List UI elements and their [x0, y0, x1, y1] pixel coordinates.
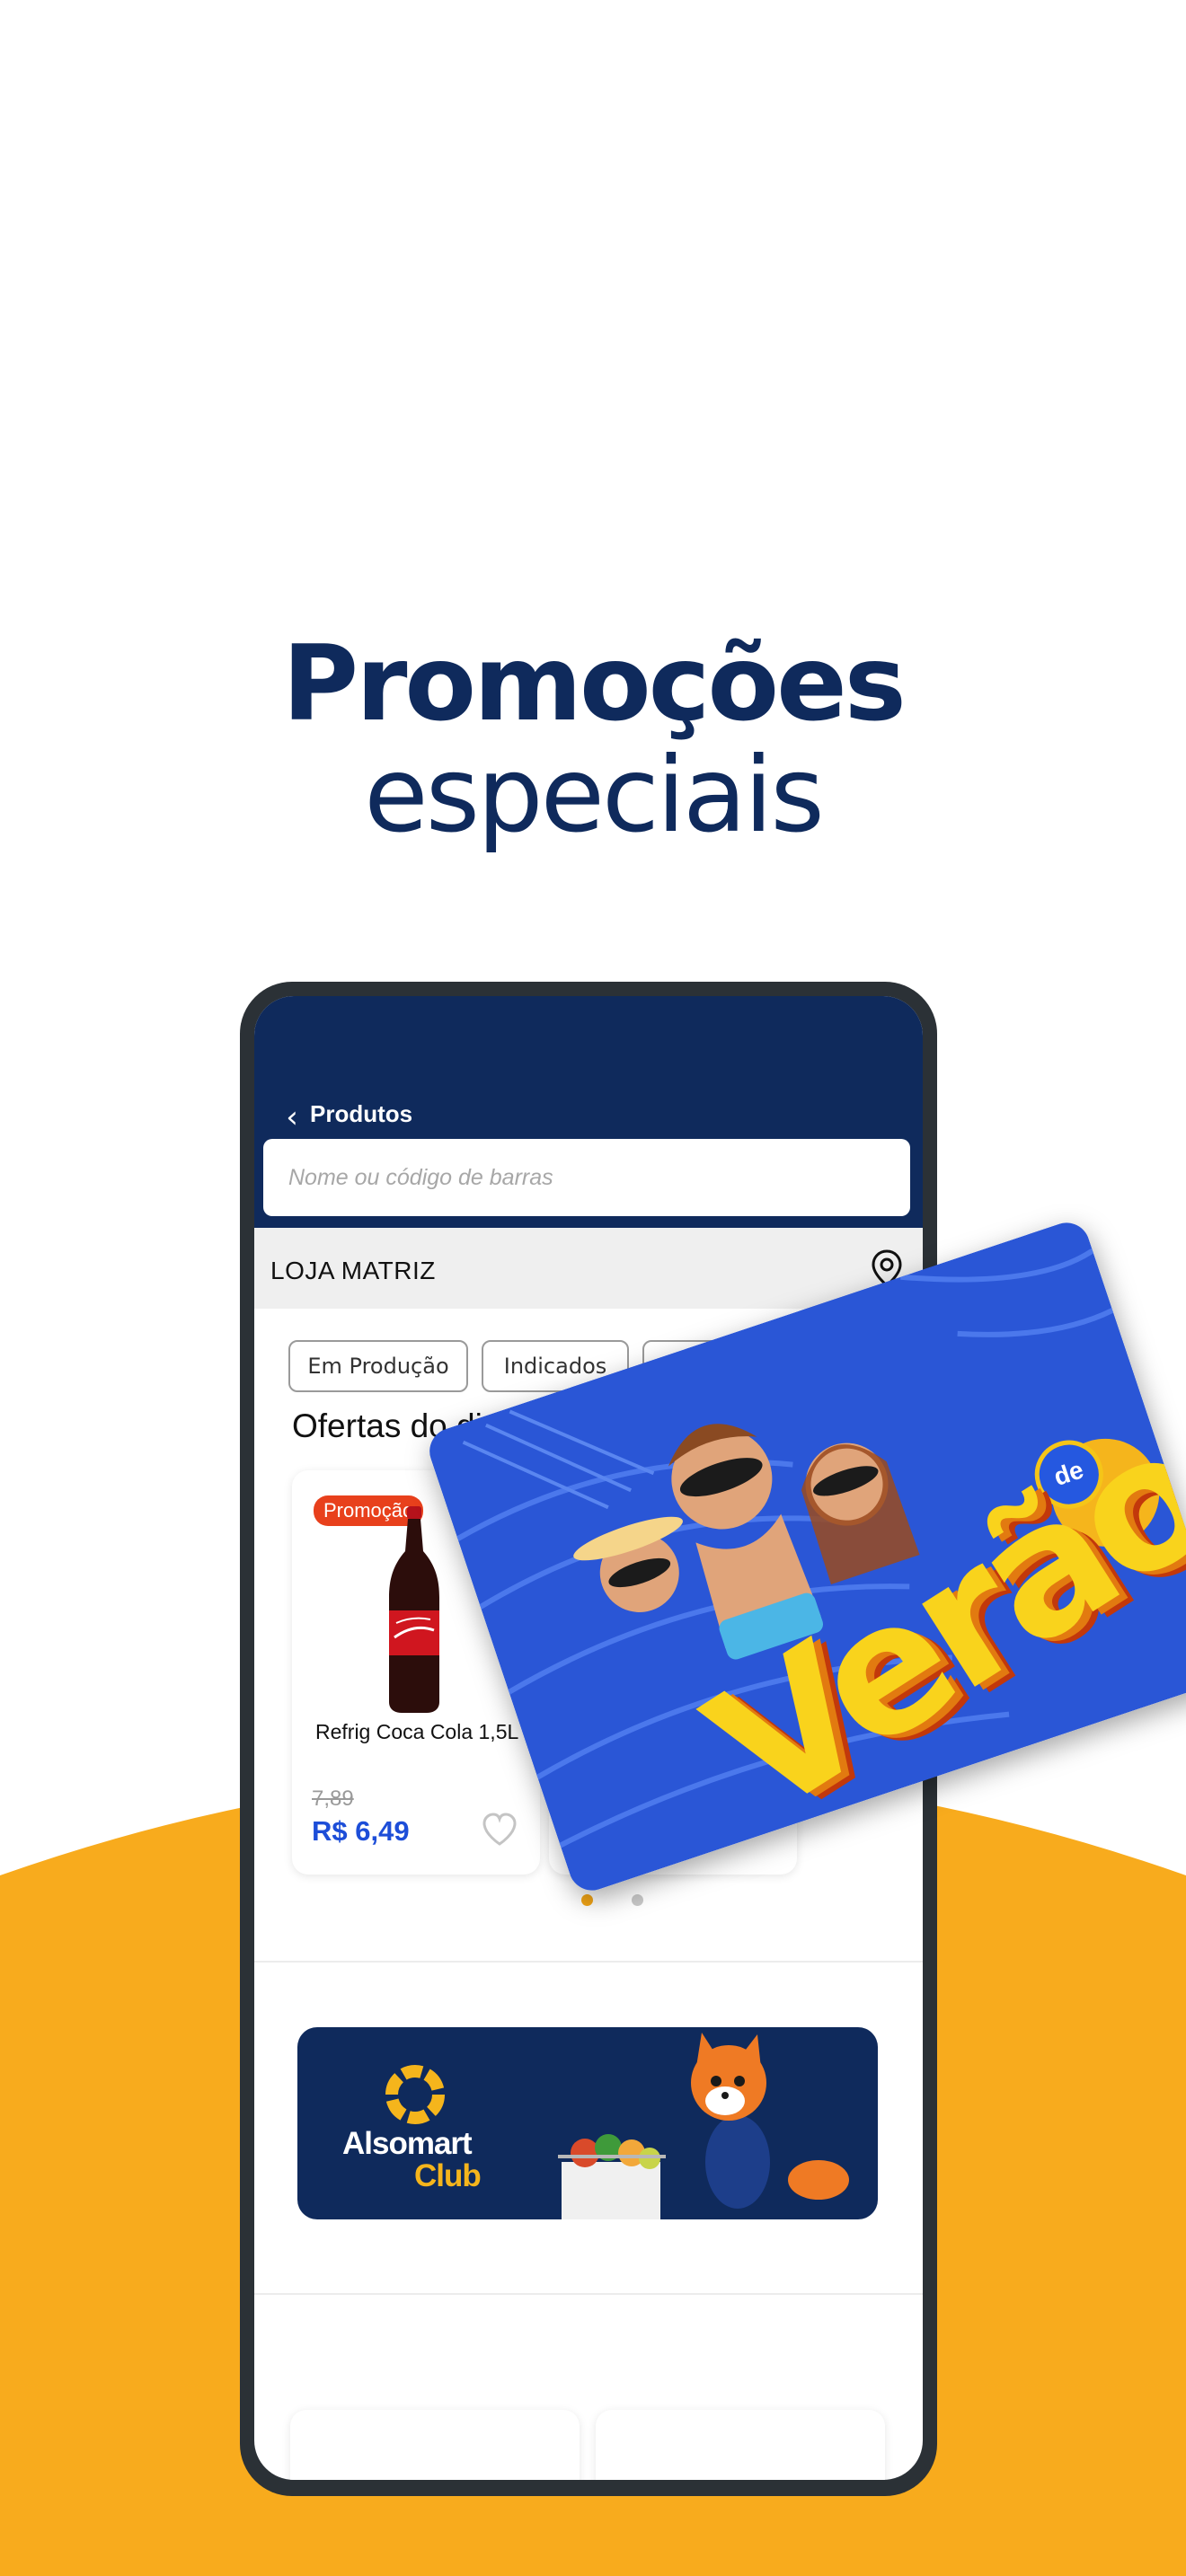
store-selector[interactable]: LOJA MATRIZ: [254, 1228, 923, 1309]
search-input[interactable]: [263, 1139, 910, 1216]
store-name: LOJA MATRIZ: [270, 1257, 436, 1284]
headline-line-1: Promoções: [282, 623, 907, 745]
club-banner[interactable]: Alsomart Club: [297, 2027, 878, 2219]
headline-line-2: especiais: [364, 735, 825, 856]
club-name: Alsomart: [342, 2126, 473, 2161]
fox-mascot-image: [558, 2033, 849, 2219]
divider: [254, 1961, 923, 1963]
product-image: [389, 1506, 439, 1713]
product-name: Refrig Coca Cola 1,5L: [315, 1720, 519, 1743]
product-card[interactable]: [290, 2410, 580, 2480]
club-sub: Club: [414, 2158, 482, 2193]
chip-em-producao[interactable]: Em Produção: [288, 1340, 468, 1392]
carousel-dot-active[interactable]: [581, 1894, 593, 1906]
old-price: 7,89: [312, 1786, 354, 1811]
chevron-left-icon[interactable]: ‹: [272, 1098, 312, 1137]
price: R$ 6,49: [312, 1815, 410, 1847]
headline: Promoções especiais: [0, 629, 1186, 851]
carousel-dot[interactable]: [632, 1894, 643, 1906]
sun-logo-icon: [385, 2065, 445, 2124]
heart-outline-icon[interactable]: [481, 1812, 518, 1848]
product-card[interactable]: [596, 2410, 885, 2480]
page-title: Produtos: [310, 1100, 413, 1127]
divider: [254, 2293, 923, 2295]
app-header: ‹ Produtos: [254, 996, 923, 1228]
